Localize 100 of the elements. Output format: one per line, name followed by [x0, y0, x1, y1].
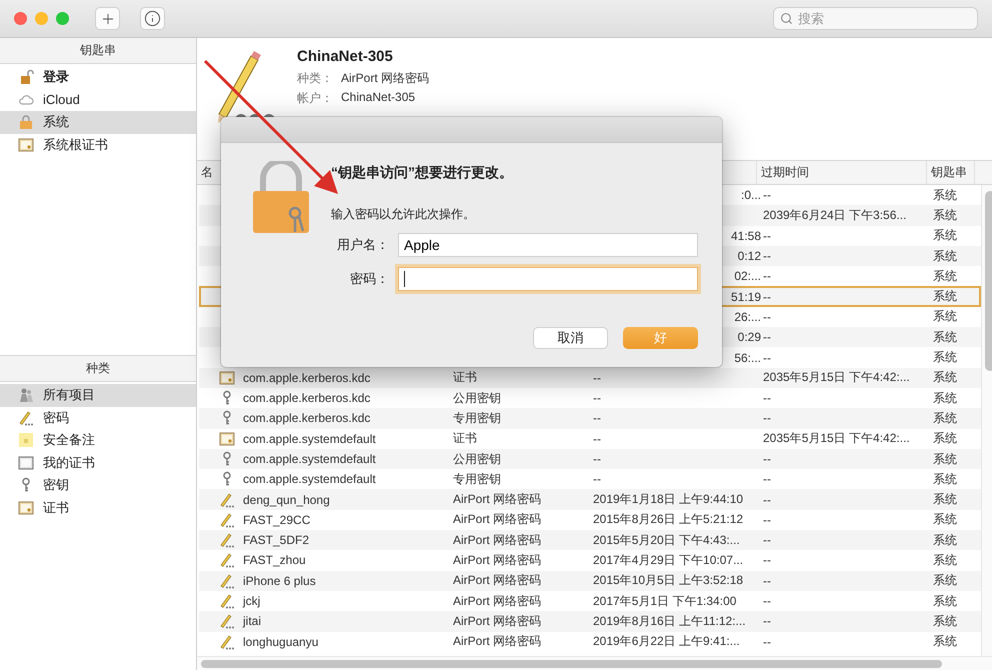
table-cell: 2035年5月15日 下午4:42:... [763, 370, 910, 386]
table-cell: -- [763, 594, 771, 608]
certificate-icon [18, 454, 34, 471]
table-cell: 系统 [933, 349, 957, 366]
table-cell: 公用密钥 [453, 450, 501, 468]
table-cell: -- [593, 370, 601, 385]
table-cell: 2019年8月16日 上午11:12:... [593, 613, 746, 630]
pencil-icon [219, 634, 235, 650]
sidebar-item[interactable]: 我的证书 [0, 452, 196, 474]
table-cell: 系统 [933, 308, 957, 326]
note-icon [18, 432, 34, 448]
table-cell: 2017年5月1日 下午1:34:00 [593, 592, 736, 610]
sidebar-item[interactable]: 证书 [0, 496, 196, 519]
table-row[interactable]: com.apple.kerberos.kdc 证书 -- 2035年5月15日 下午4:42:... 系统 [199, 368, 981, 388]
add-button[interactable] [95, 7, 120, 30]
table-cell: -- [763, 269, 771, 284]
minimize-button[interactable] [35, 12, 48, 25]
scrollbar-thumb[interactable] [201, 660, 942, 668]
table-cell: 系统 [933, 613, 957, 630]
table-cell: -- [593, 472, 601, 486]
table-cell: com.apple.systemdefault [243, 452, 376, 466]
pencil-icon [219, 572, 235, 589]
close-button[interactable] [14, 12, 27, 25]
table-cell: 系统 [933, 248, 957, 264]
sidebar-item[interactable]: 密码 [0, 406, 196, 429]
scrollbar-thumb[interactable] [985, 191, 992, 371]
table-cell: -- [763, 553, 771, 568]
table-cell: 系统 [933, 228, 957, 244]
table-cell: 系统 [933, 410, 957, 427]
pencil-icon [219, 552, 235, 568]
table-cell: -- [763, 574, 771, 588]
table-cell: AirPort 网络密码 [453, 634, 542, 650]
field-label: 用户名： [336, 236, 389, 254]
table-row[interactable]: com.apple.kerberos.kdc 公用密钥 -- -- 系统 [199, 388, 981, 408]
field-label: 帐户： [297, 90, 333, 107]
table-cell: :0... [740, 188, 761, 202]
input-field[interactable] [398, 267, 698, 291]
table-cell: 2015年8月26日 上午5:21:12 [593, 512, 744, 528]
table-cell: AirPort 网络密码 [453, 572, 542, 589]
table-cell: -- [763, 452, 771, 466]
table-row[interactable]: FAST_5DF2 AirPort 网络密码 2015年5月20日 下午4:43:... -- 系统 [199, 530, 981, 550]
pencil-icon [219, 593, 235, 610]
column-header[interactable]: 钥匙串 [927, 161, 975, 184]
sidebar-item[interactable]: 密钥 [0, 474, 196, 496]
certificate-icon [219, 430, 235, 447]
table-cell: FAST_zhou [243, 553, 306, 568]
sidebar-item[interactable]: 安全备注 [0, 429, 196, 452]
table-cell: -- [593, 452, 601, 466]
table-cell: deng_qun_hong [243, 492, 330, 507]
table-row[interactable]: com.apple.systemdefault 专用密钥 -- -- 系统 [199, 469, 981, 490]
table-cell: 系统 [933, 572, 957, 589]
certificate-icon [219, 370, 235, 386]
table-row[interactable]: deng_qun_hong AirPort 网络密码 2019年1月18日 上午9:44:10 -- 系统 [199, 489, 981, 510]
table-cell: 系统 [933, 370, 957, 386]
table-cell: -- [763, 614, 771, 628]
info-button[interactable] [140, 7, 165, 30]
table-cell: 系统 [933, 390, 957, 406]
column-header[interactable]: 过期时间 [757, 161, 927, 184]
table-cell: 系统 [933, 288, 957, 305]
table-cell: -- [763, 310, 771, 324]
table-cell: 2039年6月24日 下午3:56... [763, 207, 906, 224]
field-label: 种类： [297, 70, 333, 87]
certificate-icon [18, 500, 34, 516]
table-cell: 51:19 [730, 290, 761, 304]
table-cell: com.apple.kerberos.kdc [243, 370, 370, 385]
search-field[interactable]: 搜索 [773, 7, 978, 30]
table-cell: -- [763, 330, 771, 344]
sidebar-item[interactable]: 系统根证书 [0, 134, 196, 156]
table-cell: 0:29 [738, 330, 761, 344]
dialog-title: “钥匙串访问”想要进行更改。 [331, 164, 514, 182]
sidebar-item[interactable]: iCloud [0, 88, 196, 111]
table-row[interactable]: com.apple.systemdefault 公用密钥 -- -- 系统 [199, 448, 981, 470]
table-cell: 公用密钥 [453, 390, 501, 406]
table-row[interactable]: longhuguanyu AirPort 网络密码 2019年6月22日 上午9:41:... -- 系统 [199, 632, 981, 652]
table-cell: 系统 [933, 187, 957, 204]
sidebar-item[interactable]: 登录 [0, 66, 196, 88]
table-cell: FAST_29CC [243, 512, 310, 527]
table-cell: 证书 [453, 370, 477, 386]
padlock-icon [18, 114, 34, 130]
sidebar-item[interactable]: 所有项目 [0, 384, 196, 406]
table-cell: 系统 [933, 329, 957, 346]
table-cell: FAST_5DF2 [243, 533, 310, 548]
input-field[interactable]: Apple [398, 233, 698, 257]
table-cell: 系统 [933, 634, 957, 650]
table-cell: 41:58 [730, 228, 761, 243]
table-row[interactable]: iPhone 6 plus AirPort 网络密码 2015年10月5日 上午3:52:18 -- 系统 [199, 570, 981, 591]
table-cell: -- [763, 290, 771, 304]
table-cell: -- [593, 432, 601, 446]
table-row[interactable]: com.apple.kerberos.kdc 专用密钥 -- -- 系统 [199, 408, 981, 429]
table-cell: -- [763, 391, 771, 406]
table-cell: longhuguanyu [243, 634, 318, 649]
section-header: 钥匙串 [0, 38, 196, 64]
zoom-button[interactable] [56, 12, 69, 25]
pencil-icon [219, 532, 235, 548]
people-icon [18, 387, 34, 404]
sidebar-item[interactable]: 系统 [0, 111, 196, 134]
table-cell: -- [763, 472, 771, 486]
table-row[interactable]: jitai AirPort 网络密码 2019年8月16日 上午11:12:... -- 系统 [199, 611, 981, 632]
dialog-button[interactable]: 取消 [533, 327, 608, 349]
table-cell: 系统 [933, 207, 957, 224]
